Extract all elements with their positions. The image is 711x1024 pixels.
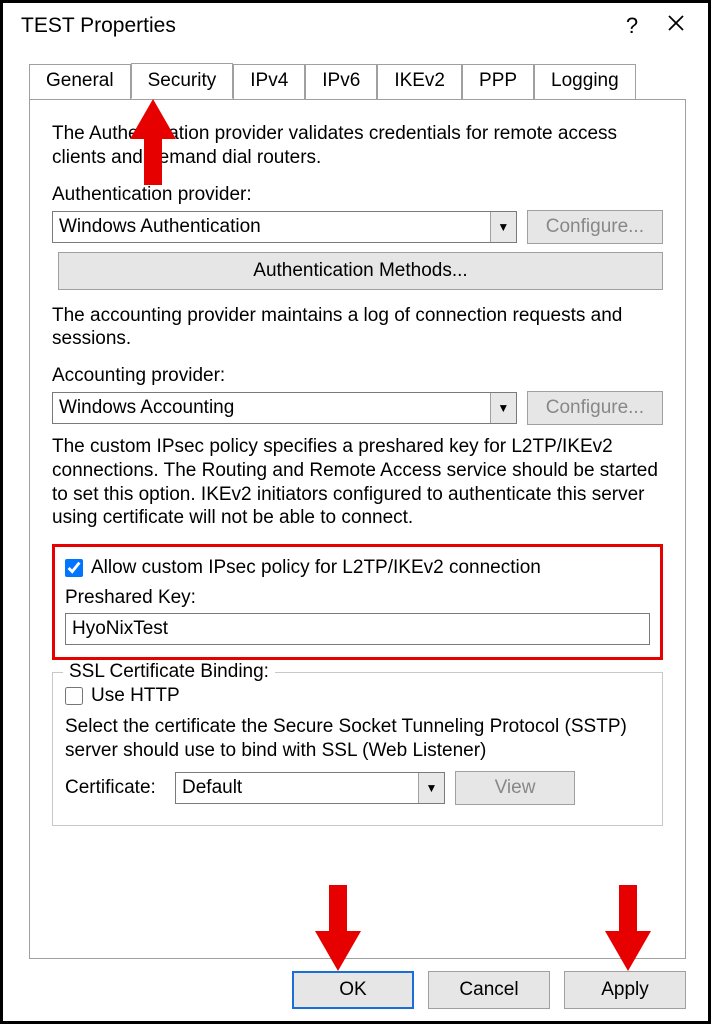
security-panel: The Authentication provider validates cr… xyxy=(29,99,686,959)
dropdown-arrow-icon: ▼ xyxy=(418,773,444,803)
cert-value: Default xyxy=(182,777,418,799)
use-http-checkbox[interactable] xyxy=(65,687,83,705)
acct-provider-label: Accounting provider: xyxy=(52,365,663,387)
acct-provider-value: Windows Accounting xyxy=(59,397,490,419)
tab-general[interactable]: General xyxy=(29,64,131,100)
acct-configure-button[interactable]: Configure... xyxy=(527,391,663,425)
acct-description: The accounting provider maintains a log … xyxy=(52,304,663,352)
allow-ipsec-label: Allow custom IPsec policy for L2TP/IKEv2… xyxy=(91,557,541,579)
close-button[interactable] xyxy=(654,14,698,38)
ok-button[interactable]: OK xyxy=(292,971,414,1009)
cancel-button[interactable]: Cancel xyxy=(428,971,550,1009)
auth-provider-value: Windows Authentication xyxy=(59,216,490,238)
properties-dialog: TEST Properties ? General Security IPv4 … xyxy=(0,0,711,1024)
auth-provider-combo[interactable]: Windows Authentication ▼ xyxy=(52,211,517,243)
tab-security[interactable]: Security xyxy=(131,63,234,99)
use-http-label: Use HTTP xyxy=(91,685,180,707)
dialog-buttons: OK Cancel Apply xyxy=(3,959,708,1021)
auth-configure-button[interactable]: Configure... xyxy=(527,210,663,244)
ssl-legend: SSL Certificate Binding: xyxy=(63,661,275,683)
cert-label: Certificate: xyxy=(65,777,165,799)
view-cert-button[interactable]: View xyxy=(455,771,575,805)
tab-logging[interactable]: Logging xyxy=(534,64,636,100)
dropdown-arrow-icon: ▼ xyxy=(490,393,516,423)
ssl-description: Select the certificate the Secure Socket… xyxy=(65,715,650,763)
close-icon xyxy=(667,14,685,32)
auth-methods-button[interactable]: Authentication Methods... xyxy=(58,252,663,290)
tab-ppp[interactable]: PPP xyxy=(462,64,534,100)
tabstrip: General Security IPv4 IPv6 IKEv2 PPP Log… xyxy=(29,63,708,99)
window-title: TEST Properties xyxy=(21,14,610,38)
tab-ikev2[interactable]: IKEv2 xyxy=(377,64,462,100)
allow-ipsec-checkbox[interactable] xyxy=(65,559,83,577)
cert-combo[interactable]: Default ▼ xyxy=(175,772,445,804)
acct-provider-combo[interactable]: Windows Accounting ▼ xyxy=(52,392,517,424)
tab-ipv4[interactable]: IPv4 xyxy=(233,64,305,100)
ipsec-group: Allow custom IPsec policy for L2TP/IKEv2… xyxy=(52,544,663,660)
apply-button[interactable]: Apply xyxy=(564,971,686,1009)
psk-input[interactable] xyxy=(65,613,650,645)
psk-label: Preshared Key: xyxy=(65,587,650,609)
auth-provider-label: Authentication provider: xyxy=(52,184,663,206)
ssl-group: SSL Certificate Binding: Use HTTP Select… xyxy=(52,672,663,826)
tab-ipv6[interactable]: IPv6 xyxy=(305,64,377,100)
auth-description: The Authentication provider validates cr… xyxy=(52,122,663,170)
titlebar: TEST Properties ? xyxy=(3,3,708,49)
dropdown-arrow-icon: ▼ xyxy=(490,212,516,242)
ipsec-description: The custom IPsec policy specifies a pres… xyxy=(52,435,663,530)
help-button[interactable]: ? xyxy=(610,13,654,39)
